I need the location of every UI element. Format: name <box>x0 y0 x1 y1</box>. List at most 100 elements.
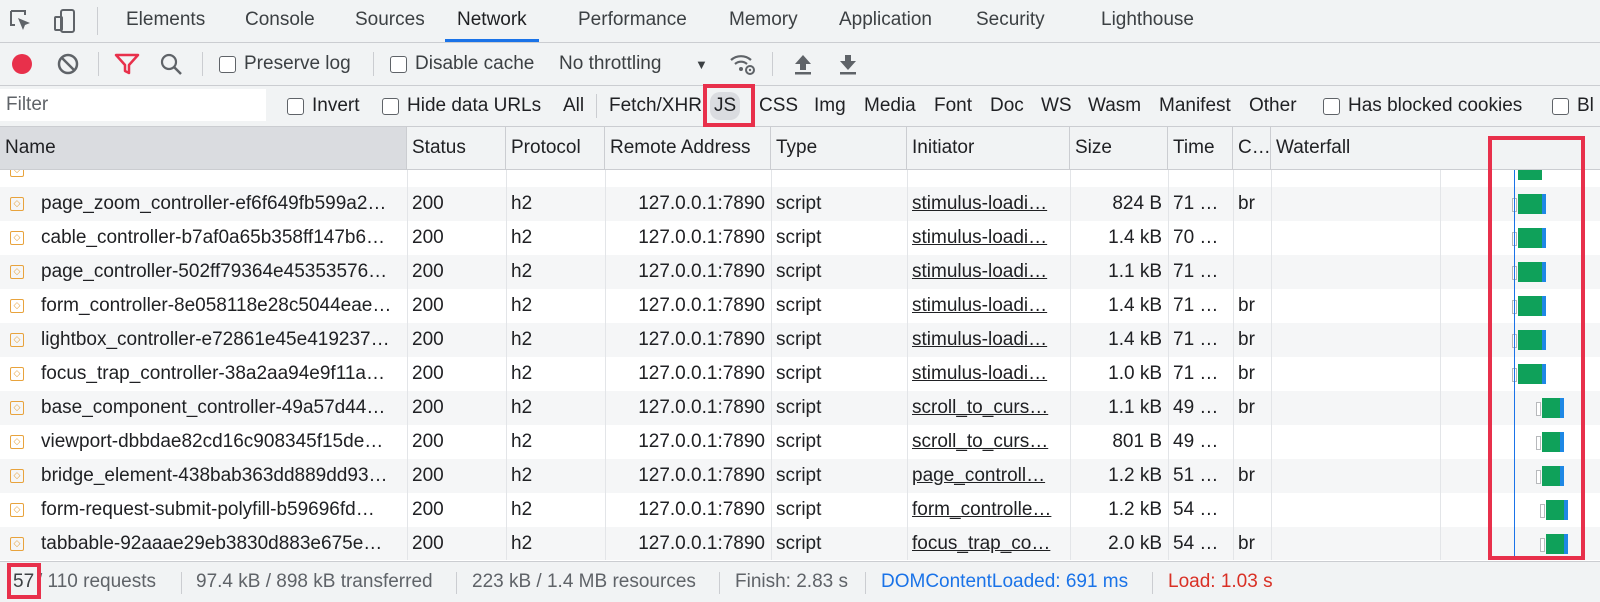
type-filter-all[interactable]: All <box>563 86 584 126</box>
table-row-partial[interactable]: ◇ <box>0 170 1600 187</box>
dom-content-loaded-marker <box>1514 170 1515 560</box>
column-header-remote-address[interactable]: Remote Address <box>605 127 771 169</box>
tab-security[interactable]: Security <box>976 0 1045 42</box>
search-button[interactable] <box>159 43 183 85</box>
disable-cache-checkbox[interactable]: Disable cache <box>390 43 534 85</box>
invert-label: Invert <box>312 95 360 116</box>
type-filter-wasm[interactable]: Wasm <box>1088 86 1141 126</box>
record-button[interactable] <box>10 43 34 85</box>
tab-network[interactable]: Network <box>445 0 539 42</box>
table-row[interactable]: ◇ tabbable-92aaae29eb3830d883e675e… 200 h2 1… <box>0 527 1600 560</box>
preserve-log-label: Preserve log <box>244 53 351 74</box>
has-blocked-cookies-checkbox[interactable]: Has blocked cookies <box>1323 86 1522 126</box>
column-header-initiator[interactable]: Initiator <box>907 127 1070 169</box>
finish-time: Finish: 2.83 s <box>735 571 848 592</box>
preserve-log-box[interactable] <box>219 55 236 73</box>
waterfall-queue-segment <box>1540 538 1545 552</box>
table-row[interactable]: ◇ focus_trap_controller-38a2aa94e9f11a… 20… <box>0 357 1600 391</box>
chevron-down-icon: ▼ <box>695 56 708 72</box>
clear-button[interactable] <box>56 43 80 85</box>
disable-cache-box[interactable] <box>390 55 407 73</box>
column-header-size[interactable]: Size <box>1070 127 1168 169</box>
waterfall-bar <box>0 323 1600 357</box>
table-row[interactable]: ◇ form_controller-8e058118e28c5044eae… 200… <box>0 289 1600 323</box>
column-header-status[interactable]: Status <box>407 127 506 169</box>
total-requests-text: / 110 requests <box>37 571 157 592</box>
waterfall-bar <box>0 425 1600 459</box>
tab-sources[interactable]: Sources <box>355 0 425 42</box>
blocked-requests-checkbox[interactable]: Bl <box>1552 86 1600 126</box>
waterfall-download-segment <box>1542 262 1546 282</box>
invert-checkbox[interactable]: Invert <box>287 86 360 126</box>
blocked-requests-box[interactable] <box>1552 97 1569 115</box>
throttling-select[interactable]: No throttling ▼ <box>559 43 709 85</box>
type-filter-font[interactable]: Font <box>934 86 972 126</box>
tab-console[interactable]: Console <box>245 0 315 42</box>
invert-box[interactable] <box>287 97 304 115</box>
waterfall-queue-segment <box>1536 470 1541 484</box>
request-table-body: ◇ ◇page_zoom_controller-ef6f649fb599a2…2… <box>0 170 1600 560</box>
table-row[interactable]: ◇ cable_controller-b7af0a65b358ff147b6… 20… <box>0 221 1600 255</box>
type-filter-other[interactable]: Other <box>1249 86 1297 126</box>
waterfall-download-segment <box>1560 398 1564 418</box>
type-filter-all-label: All <box>563 95 585 116</box>
type-filter-media[interactable]: Media <box>864 86 916 126</box>
column-header-time[interactable]: Time <box>1168 127 1233 169</box>
column-header-waterfall[interactable]: Waterfall <box>1271 127 1600 169</box>
inspect-element-icon[interactable] <box>8 8 34 34</box>
tab-application[interactable]: Application <box>839 0 932 42</box>
type-filter-img[interactable]: Img <box>814 86 846 126</box>
waterfall-queue-segment <box>1540 504 1545 518</box>
table-row[interactable]: ◇ viewport-dbbdae82cd16c908345f15de… 200 h2… <box>0 425 1600 459</box>
column-header-name[interactable]: Name <box>0 127 407 169</box>
export-har-button[interactable] <box>837 43 859 85</box>
type-filter-manifest[interactable]: Manifest <box>1159 86 1231 126</box>
has-blocked-cookies-box[interactable] <box>1323 97 1340 115</box>
column-header-type[interactable]: Type <box>771 127 907 169</box>
column-header-protocol[interactable]: Protocol <box>506 127 605 169</box>
hide-data-urls-checkbox[interactable]: Hide data URLs <box>382 86 541 126</box>
table-row[interactable]: ◇ page_zoom_controller-ef6f649fb599a2… 200… <box>0 187 1600 221</box>
tab-memory[interactable]: Memory <box>729 0 798 42</box>
type-filter-ws[interactable]: WS <box>1041 86 1072 126</box>
hide-data-urls-box[interactable] <box>382 97 399 115</box>
filter-bar: Invert Hide data URLs All Fetch/XHR JS C… <box>0 86 1600 127</box>
device-toolbar-icon[interactable] <box>52 8 78 34</box>
waterfall-waiting-segment <box>1542 466 1560 486</box>
waterfall-bar <box>0 493 1600 527</box>
clear-icon <box>57 53 79 75</box>
table-row[interactable]: ◇ page_controller-502ff79364e45353576… 200… <box>0 255 1600 289</box>
waterfall-queue-segment <box>1536 436 1541 450</box>
waterfall-waiting-segment <box>1518 296 1542 316</box>
table-row[interactable]: ◇ base_component_controller-49a57d44… 200 h… <box>0 391 1600 425</box>
filter-toggle-button[interactable] <box>114 43 140 85</box>
table-row[interactable]: ◇ bridge_element-438bab363dd889dd93… 200 h2… <box>0 459 1600 493</box>
network-status-bar: 57 / 110 requests 97.4 kB / 898 kB trans… <box>0 561 1600 602</box>
preserve-log-checkbox[interactable]: Preserve log <box>219 43 351 85</box>
waterfall-bar <box>0 459 1600 493</box>
waterfall-waiting-segment <box>1518 262 1542 282</box>
table-row[interactable]: ◇ lightbox_controller-e72861e45e419237… 20… <box>0 323 1600 357</box>
waterfall-download-segment <box>1542 228 1546 248</box>
type-filter-wasm-label: Wasm <box>1088 95 1142 116</box>
has-blocked-cookies-label: Has blocked cookies <box>1348 95 1523 116</box>
devtools-tab-strip: Elements Console Sources Network Perform… <box>0 0 1600 43</box>
column-header-content-encoding[interactable]: C… <box>1233 127 1271 169</box>
filter-input[interactable] <box>0 89 266 121</box>
tab-elements[interactable]: Elements <box>126 0 205 42</box>
network-conditions-button[interactable] <box>729 43 757 85</box>
import-har-button[interactable] <box>792 43 814 85</box>
waterfall-bar <box>0 187 1600 221</box>
type-filter-fetch-xhr[interactable]: Fetch/XHR <box>609 86 702 126</box>
table-row[interactable]: ◇ form-request-submit-polyfill-b59696fd… 2… <box>0 493 1600 527</box>
type-filter-css[interactable]: CSS <box>759 86 798 126</box>
waterfall-download-segment <box>1560 466 1564 486</box>
waterfall-download-segment <box>1542 330 1546 350</box>
type-filter-doc[interactable]: Doc <box>990 86 1024 126</box>
tab-performance[interactable]: Performance <box>578 0 687 42</box>
type-filter-js[interactable]: JS <box>710 86 741 126</box>
hide-data-urls-label: Hide data URLs <box>407 95 542 116</box>
waterfall-waiting-segment <box>1518 364 1542 384</box>
tab-lighthouse[interactable]: Lighthouse <box>1101 0 1194 42</box>
type-filter-media-label: Media <box>864 95 916 116</box>
